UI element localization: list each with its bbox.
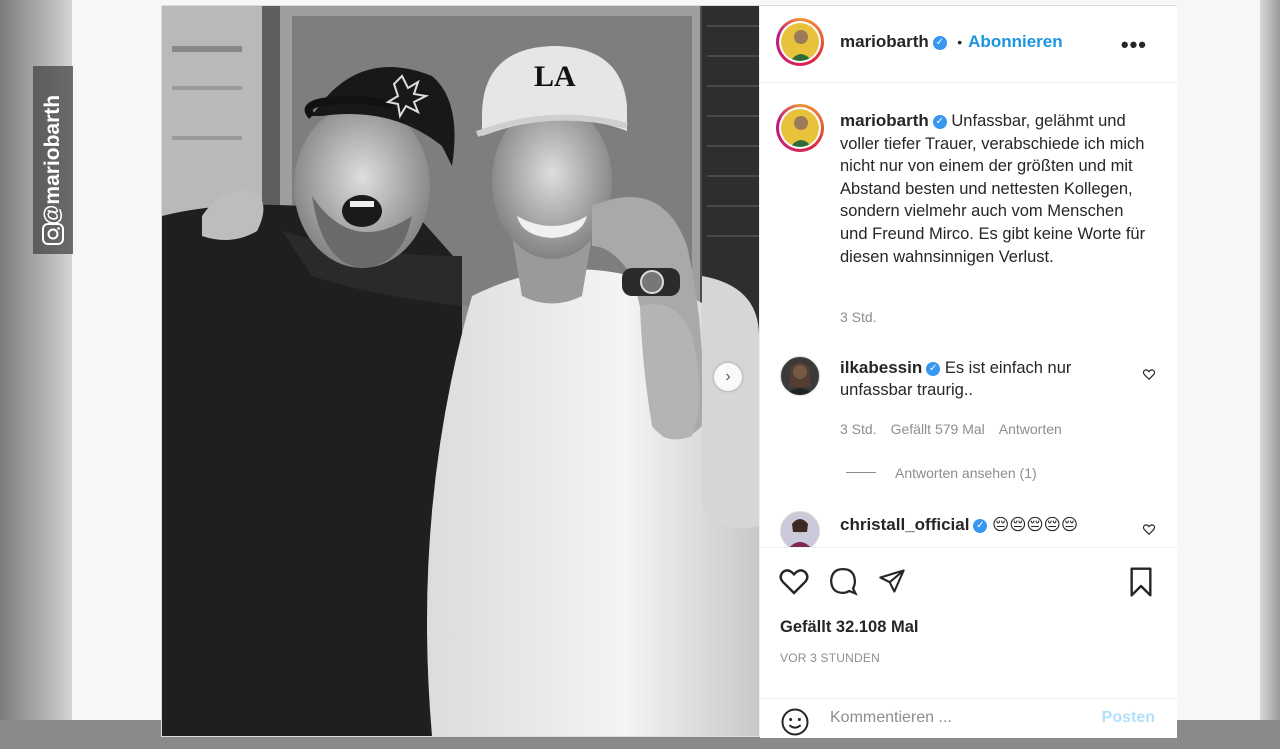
like-heart-icon[interactable] [778,566,810,596]
post-card: LA › mariobarth ✓ • Abonnieren ••• mario… [161,5,1177,738]
comment-avatar[interactable] [780,511,820,551]
post-sidebar: mariobarth ✓ • Abonnieren ••• mariobarth ✓ … [759,6,1177,738]
post-comment-button[interactable]: Posten [1102,709,1155,727]
replies-divider [846,472,876,473]
bookmark-icon[interactable] [1126,566,1156,598]
post-actions: Gefällt 32.108 Mal VOR 3 STUNDEN Komment… [760,547,1177,738]
cap-logo: LA [534,60,576,93]
comment-avatar[interactable] [780,356,820,396]
caption-time[interactable]: 3 Std. [840,309,877,325]
follow-button[interactable]: Abonnieren [968,32,1062,51]
author-avatar[interactable] [776,18,824,66]
comment-body: ilkabessin ✓ Es ist einfach nur unfassbar… [840,357,1130,401]
share-paper-plane-icon[interactable] [877,567,907,595]
photo-illustration: LA [162,6,759,736]
post-photo[interactable]: LA › [162,6,759,736]
verified-icon: ✓ [926,361,941,376]
comment-meta: 3 Std. Gefällt 579 Mal Antworten [840,421,1076,437]
comment-username[interactable]: christall_official [840,515,969,534]
verified-icon: ✓ [932,35,947,50]
comment-text: 😔😔😔😔😔 [992,516,1079,534]
like-count[interactable]: Gefällt 32.108 Mal [780,618,919,637]
emoji-smiley-icon[interactable] [780,707,810,737]
background-right [1260,0,1280,720]
caption-text: Unfassbar, gelähmt und voller tiefer Tra… [840,112,1146,266]
comment-time[interactable]: 3 Std. [840,421,877,437]
post-age: VOR 3 STUNDEN [780,651,880,665]
caption-avatar[interactable] [776,104,824,152]
post-caption: mariobarth ✓ Unfassbar, gelähmt und volle… [840,110,1150,268]
comment-like-heart-icon[interactable] [1142,367,1156,381]
comment-input[interactable]: Kommentieren ... [830,709,952,727]
header-username[interactable]: mariobarth [840,32,929,51]
comment-bar: Kommentieren ... Posten [760,698,1177,749]
more-options-icon[interactable]: ••• [1121,32,1147,58]
comment-reply-button[interactable]: Antworten [999,421,1062,437]
comment-body: christall_official ✓ 😔😔😔😔😔 [840,514,1130,536]
header-author-line: mariobarth ✓ • Abonnieren [840,32,1063,52]
view-replies-button[interactable]: Antworten ansehen (1) [895,465,1037,481]
comment-username[interactable]: ilkabessin [840,358,922,377]
comment-like-heart-icon[interactable] [1142,522,1156,536]
verified-icon: ✓ [932,114,947,129]
verified-icon: ✓ [973,518,988,533]
watermark-text: @mariobarth [41,94,64,226]
comment-likes[interactable]: Gefällt 579 Mal [891,421,985,437]
post-header: mariobarth ✓ • Abonnieren ••• [760,6,1177,83]
caption-username[interactable]: mariobarth [840,111,929,130]
watermark-handle: @mariobarth [33,66,73,254]
carousel-next-button[interactable]: › [714,363,742,391]
instagram-icon [42,223,64,245]
comment-bubble-icon[interactable] [827,566,859,596]
follow-separator: • [957,34,963,50]
